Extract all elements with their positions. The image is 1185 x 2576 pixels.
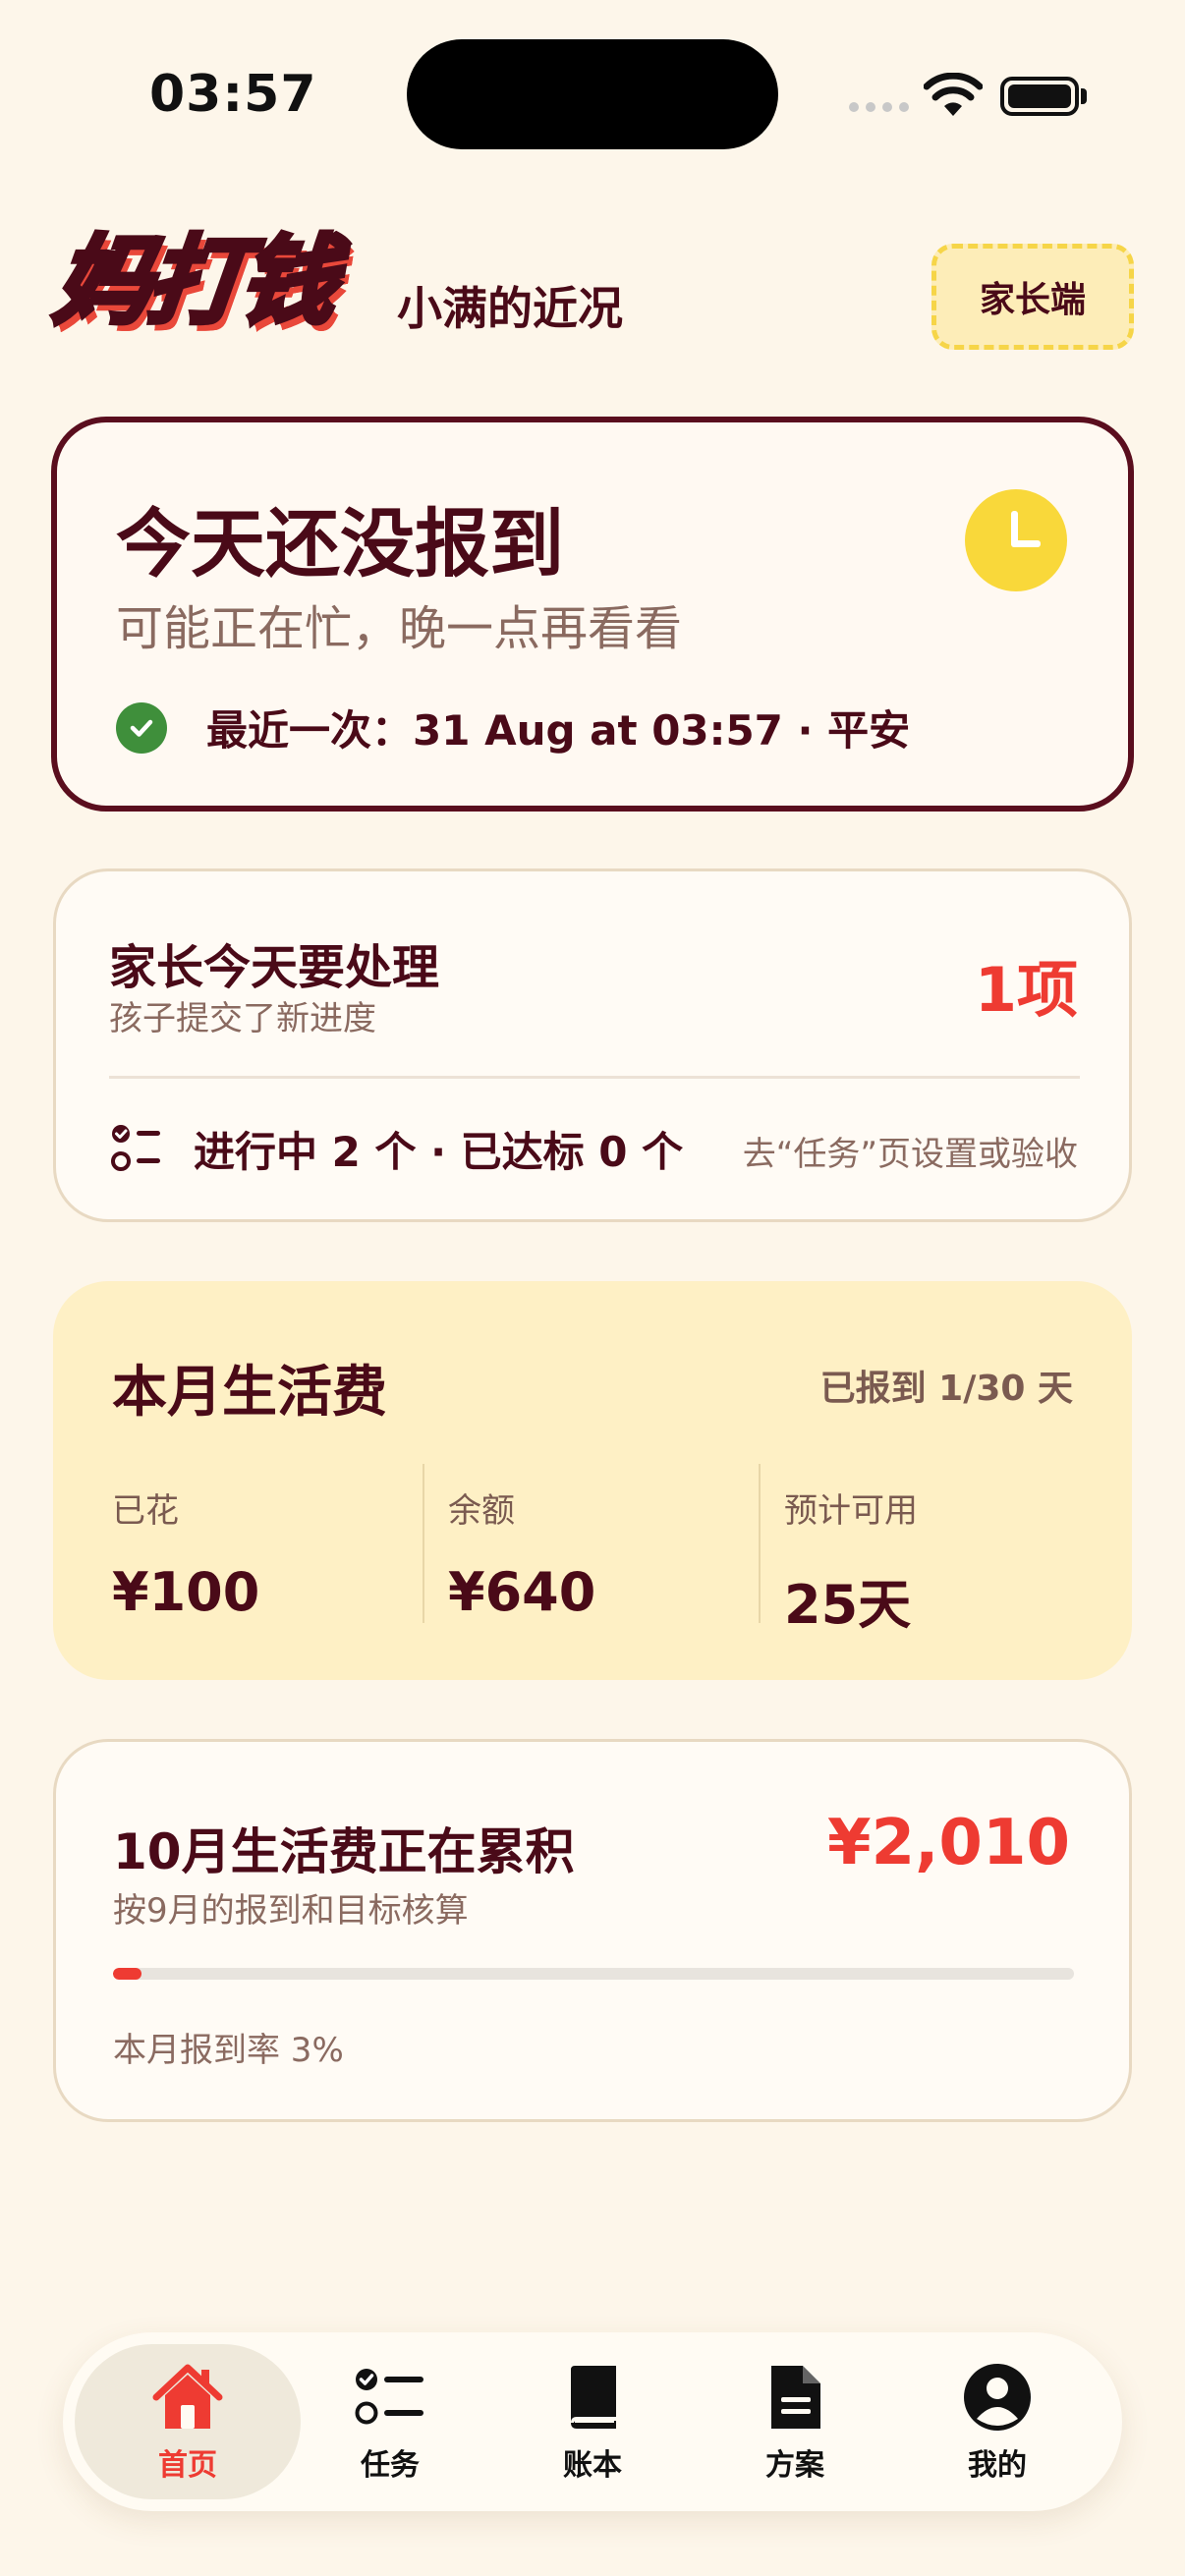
dynamic-island <box>407 39 778 149</box>
checkin-rate-progress-bar <box>113 1968 1074 1980</box>
accrual-subtitle: 按9月的报到和目标核算 <box>113 1891 469 1931</box>
tab-ledger[interactable]: 账本 <box>491 2332 694 2511</box>
stat-divider <box>759 1464 761 1623</box>
tab-tasks[interactable]: 任务 <box>289 2332 491 2511</box>
check-circle-icon <box>116 701 167 754</box>
profile-icon <box>964 2364 1031 2431</box>
tab-bar: 首页 任务 账本 方案 我的 <box>63 2332 1122 2511</box>
monthly-budget-card[interactable]: 本月生活费 已报到 1/30 天 已花 ¥100 余额 ¥640 预计可用 25… <box>53 1281 1132 1680</box>
task-progress-row: 进行中 2 个 · 已达标 0 个 <box>109 1119 683 1179</box>
todo-title: 家长今天要处理 <box>109 940 440 995</box>
parent-todo-card[interactable]: 家长今天要处理 孩子提交了新进度 1项 进行中 2 个 · 已达标 0 个 去“… <box>53 868 1132 1222</box>
stat-days-available: 预计可用 25天 <box>784 1484 1118 1643</box>
home-icon <box>152 2364 223 2429</box>
task-progress-text: 进行中 2 个 · 已达标 0 个 <box>194 1128 684 1176</box>
last-checkin-row: 最近一次：31 Aug at 03:57 · 平安 <box>116 698 910 757</box>
todo-hint: 去“任务”页设置或验收 <box>742 1135 1078 1174</box>
budget-checkin-days: 已报到 1/30 天 <box>819 1369 1073 1409</box>
accrual-amount: ¥2,010 <box>827 1807 1070 1879</box>
parent-mode-button[interactable]: 家长端 <box>931 244 1134 350</box>
checkin-rate-text: 本月报到率 3% <box>113 2031 344 2070</box>
stat-spent: 已花 ¥100 <box>112 1484 446 1643</box>
page-subtitle: 小满的近况 <box>397 282 623 335</box>
stat-label: 已花 <box>112 1491 179 1531</box>
checklist-icon <box>111 1124 160 1171</box>
tab-label: 账本 <box>563 2448 622 2483</box>
book-icon <box>571 2366 616 2429</box>
stat-label: 预计可用 <box>784 1491 918 1531</box>
progress-fill <box>113 1968 142 1980</box>
tasks-icon <box>355 2369 423 2425</box>
stat-value: ¥100 <box>112 1561 260 1623</box>
stat-value: ¥640 <box>448 1561 596 1623</box>
cellular-signal-icon <box>849 102 909 112</box>
wifi-icon <box>924 73 983 116</box>
stat-divider <box>423 1464 424 1623</box>
tab-label: 任务 <box>361 2448 420 2483</box>
tab-label: 我的 <box>968 2448 1027 2483</box>
budget-title: 本月生活费 <box>112 1361 387 1425</box>
stat-value: 25天 <box>784 1574 912 1636</box>
accrual-card[interactable]: 10月生活费正在累积 按9月的报到和目标核算 ¥2,010 本月报到率 3% <box>53 1739 1132 2122</box>
tab-plan[interactable]: 方案 <box>694 2332 896 2511</box>
checkin-title: 今天还没报到 <box>116 500 564 588</box>
stat-label: 余额 <box>448 1491 515 1531</box>
battery-icon <box>1000 77 1079 116</box>
status-bar: 03:57 <box>0 0 1185 196</box>
tab-label: 首页 <box>158 2448 217 2483</box>
tab-profile[interactable]: 我的 <box>896 2332 1099 2511</box>
status-time: 03:57 <box>149 65 317 124</box>
todo-subtitle: 孩子提交了新进度 <box>109 999 376 1038</box>
checkin-card[interactable]: 今天还没报到 可能正在忙，晚一点再看看 最近一次：31 Aug at 03:57… <box>51 417 1134 812</box>
stat-balance: 余额 ¥640 <box>448 1484 782 1643</box>
accrual-title: 10月生活费正在累积 <box>113 1823 575 1880</box>
app-logo: 妈打钱 <box>47 224 341 341</box>
divider <box>109 1076 1080 1079</box>
tab-home[interactable]: 首页 <box>86 2332 289 2511</box>
battery-cap <box>1081 88 1087 104</box>
logo-rest: 打钱 <box>140 224 341 341</box>
clock-icon <box>965 489 1067 591</box>
document-icon <box>771 2366 820 2429</box>
tab-label: 方案 <box>765 2448 824 2483</box>
logo-char: 妈 <box>47 224 156 341</box>
todo-count: 1项 <box>974 954 1078 1026</box>
checkin-subtitle: 可能正在忙，晚一点再看看 <box>116 601 683 656</box>
last-checkin-text: 最近一次：31 Aug at 03:57 · 平安 <box>206 706 911 755</box>
